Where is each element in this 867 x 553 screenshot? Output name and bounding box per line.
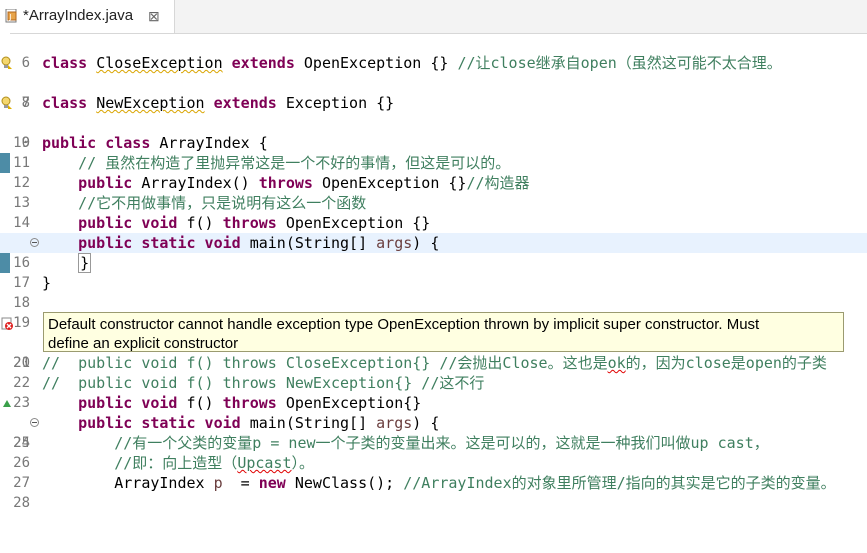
code-line: 18 } — [0, 273, 867, 311]
code-line: 27 //即：向上造型（Upcast）。 — [0, 453, 867, 491]
code-text: //它不用做事情，只是说明有这么一个函数 — [78, 194, 367, 212]
code-line: 25 public static void main(String[] args… — [0, 413, 867, 451]
code-line: 7 class CloseException extends OpenExcep… — [0, 53, 867, 111]
close-icon[interactable]: ⊠ — [148, 8, 160, 25]
code-line: 19 — [0, 293, 867, 331]
code-line: 17 } — [0, 253, 867, 291]
code-line: 6 — [0, 33, 867, 71]
code-line: 10 — [0, 113, 867, 151]
code-text: // public void f() throws CloseException… — [42, 354, 827, 372]
fold-toggle-icon[interactable] — [30, 418, 39, 427]
code-line: 11 public class ArrayIndex { — [0, 133, 867, 171]
code-line: 13 public ArrayIndex() throws OpenExcept… — [0, 173, 867, 211]
code-text: public static void main(String[] args) { — [78, 234, 440, 252]
fold-toggle-icon[interactable] — [30, 238, 39, 247]
tab-title: *ArrayIndex.java — [23, 7, 134, 24]
svg-text:J: J — [9, 13, 12, 21]
code-text: public class ArrayIndex { — [42, 134, 268, 152]
code-line: 22 // public void f() throws CloseExcept… — [0, 353, 867, 391]
code-text: //即：向上造型（Upcast）。 — [42, 454, 315, 472]
code-line: 28 ArrayIndex p = new NewClass(); //Arra… — [0, 473, 867, 511]
code-line: 14 //它不用做事情，只是说明有这么一个函数 — [0, 193, 867, 231]
code-line-current: 16 public static void main(String[] args… — [0, 233, 867, 271]
error-icon[interactable] — [1, 315, 13, 331]
override-arrow-icon[interactable] — [1, 395, 13, 411]
code-text: public ArrayIndex() throws OpenException… — [78, 174, 530, 192]
code-text: ArrayIndex p = new NewClass(); //ArrayIn… — [42, 474, 836, 492]
code-line: 23 // public void f() throws NewExceptio… — [0, 373, 867, 411]
editor-tab-arrayindex[interactable]: J *ArrayIndex.java ⊠ — [0, 0, 175, 33]
code-text: } — [78, 253, 92, 273]
code-line: 8 — [0, 73, 867, 111]
tooltip-line-1: Default constructor cannot handle except… — [48, 316, 760, 333]
code-line: 12 // 虽然在构造了里抛异常这是一个不好的事情，但这是可以的。 — [0, 153, 867, 191]
line-number: 28 — [13, 495, 30, 511]
code-text: public void f() throws OpenException {} — [78, 214, 431, 232]
code-text: } — [42, 274, 52, 292]
code-text: // 虽然在构造了里抛异常这是一个不好的事情，但这是可以的。 — [78, 154, 511, 172]
code-line: 15 public void f() throws OpenException … — [0, 213, 867, 251]
code-line: 24 public void f() throws OpenException{… — [0, 393, 867, 451]
tooltip-line-2: define an explicit constructor — [48, 335, 239, 352]
code-text: // public void f() throws NewException{}… — [42, 374, 485, 392]
code-line: 26 //有一个父类的变量p = new一个子类的变量出来。这是可以的，这就是一… — [0, 433, 867, 471]
error-tooltip: Default constructor cannot handle except… — [43, 312, 844, 352]
code-line: 9 class NewException extends Exception {… — [0, 93, 867, 151]
code-text: class NewException extends Exception {} — [42, 94, 395, 112]
code-text: public void f() throws OpenException{} — [78, 394, 422, 412]
code-editor[interactable]: 6 7 class CloseException extends OpenExc… — [0, 33, 867, 511]
warning-bulb-icon[interactable] — [1, 95, 13, 111]
code-text: public static void main(String[] args) { — [78, 414, 440, 432]
warning-bulb-icon[interactable] — [1, 55, 13, 71]
code-text: //有一个父类的变量p = new一个子类的变量出来。这是可以的，这就是一种我们… — [42, 434, 769, 452]
code-text: class CloseException extends OpenExcepti… — [42, 54, 782, 72]
java-file-icon: J — [5, 9, 17, 23]
editor-tab-bar: J *ArrayIndex.java ⊠ — [0, 0, 867, 34]
